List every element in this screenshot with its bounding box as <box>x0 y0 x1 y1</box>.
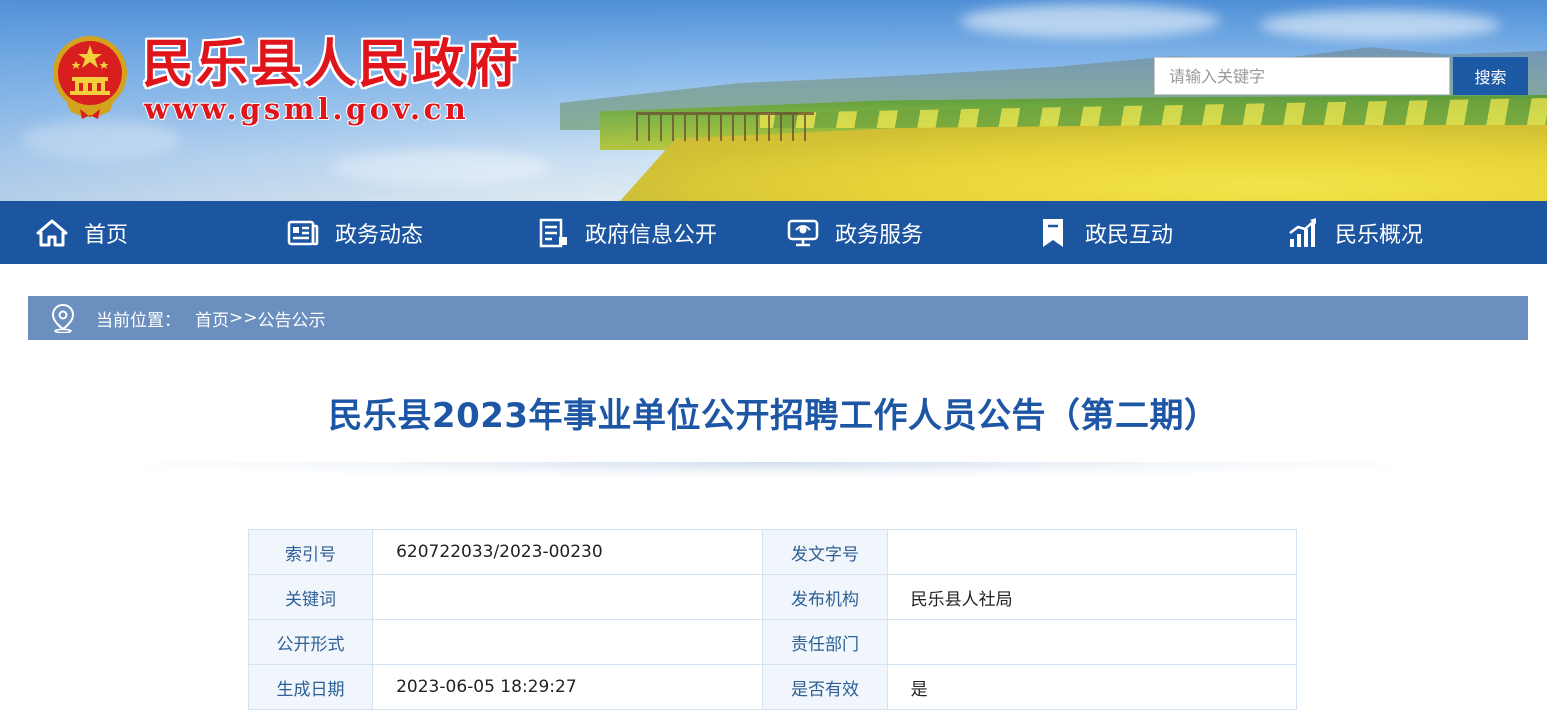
document-number-label: 发文字号 <box>762 529 888 575</box>
bookmark-icon <box>1037 217 1069 249</box>
keywords-label: 关键词 <box>247 574 374 620</box>
publisher-label: 发布机构 <box>762 574 888 620</box>
bar-chart-icon <box>1287 217 1319 249</box>
nav-item-gov-info[interactable]: 政府信息公开 <box>537 201 717 264</box>
title-divider <box>120 462 1420 478</box>
cloud-decoration <box>960 4 1220 38</box>
news-icon <box>287 217 319 249</box>
breadcrumb-current-link[interactable]: 公告公示 <box>258 306 326 331</box>
index-number-value: 620722033/2023-00230 <box>372 529 764 575</box>
search-button[interactable]: 搜索 <box>1453 57 1528 95</box>
national-emblem-icon[interactable] <box>50 33 130 119</box>
nav-item-home[interactable]: 首页 <box>36 201 128 264</box>
nav-item-label: 政民互动 <box>1085 222 1174 248</box>
keywords-value <box>372 574 764 620</box>
breadcrumb-separator: >> <box>229 308 258 328</box>
site-url: www.gsml.gov.cn <box>144 92 470 126</box>
table-row: 索引号 620722033/2023-00230 发文字号 <box>247 529 1298 575</box>
nav-item-interaction[interactable]: 政民互动 <box>1037 201 1173 264</box>
document-info-table: 索引号 620722033/2023-00230 发文字号 关键词 发布机构 民… <box>247 529 1298 710</box>
nav-item-label: 政务服务 <box>835 222 924 248</box>
nav-item-services[interactable]: 政务服务 <box>787 201 923 264</box>
responsible-department-value <box>886 619 1298 665</box>
created-date-value: 2023-06-05 18:29:27 <box>372 664 764 710</box>
home-icon <box>36 217 68 249</box>
document-number-value <box>886 529 1298 575</box>
header-banner: 民乐县人民政府 www.gsml.gov.cn 搜索 <box>0 0 1547 201</box>
article-title: 民乐县2023年事业单位公开招聘工作人员公告（第二期） <box>328 396 1219 436</box>
breadcrumb: 当前位置： 首页 >> 公告公示 <box>28 296 1528 340</box>
responsible-department-label: 责任部门 <box>762 619 888 665</box>
nav-item-label: 政府信息公开 <box>585 222 718 248</box>
nav-item-label: 政务动态 <box>335 222 424 248</box>
breadcrumb-prefix: 当前位置： <box>96 310 181 331</box>
publisher-value: 民乐县人社局 <box>886 574 1298 620</box>
nav-item-label: 首页 <box>84 222 129 248</box>
nav-item-news[interactable]: 政务动态 <box>287 201 423 264</box>
table-row: 生成日期 2023-06-05 18:29:27 是否有效 是 <box>247 664 1298 710</box>
validity-value: 是 <box>886 664 1298 710</box>
disclosure-form-label: 公开形式 <box>247 619 374 665</box>
search-input[interactable] <box>1154 57 1450 95</box>
nav-item-overview[interactable]: 民乐概况 <box>1287 201 1423 264</box>
table-row: 关键词 发布机构 民乐县人社局 <box>247 574 1298 620</box>
created-date-label: 生成日期 <box>247 664 374 710</box>
monitor-service-icon <box>787 217 819 249</box>
main-nav: 首页 政务动态 政府信息公开 政务服务 政民互动 民乐概况 <box>0 201 1547 264</box>
index-number-label: 索引号 <box>247 529 374 575</box>
validity-label: 是否有效 <box>762 664 888 710</box>
document-list-icon <box>537 217 569 249</box>
disclosure-form-value <box>372 619 764 665</box>
site-name[interactable]: 民乐县人民政府 <box>142 34 520 96</box>
breadcrumb-home-link[interactable]: 首页 <box>195 306 229 331</box>
table-row: 公开形式 责任部门 <box>247 619 1298 665</box>
nav-item-label: 民乐概况 <box>1335 222 1424 248</box>
cloud-decoration <box>1260 10 1500 40</box>
location-pin-icon <box>51 303 75 333</box>
